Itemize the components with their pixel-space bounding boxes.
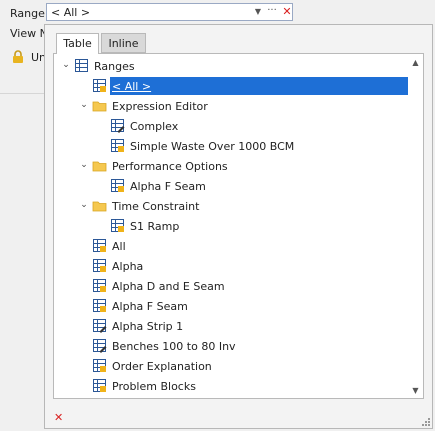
tree-row[interactable]: Problem Blocks [54,376,408,396]
tree-row[interactable]: Alpha F Seam [54,296,408,316]
tree-row[interactable]: S1 Ramp [54,216,408,236]
ellipsis-icon[interactable]: ··· [266,4,278,18]
tree-item-label: Alpha Strip 1 [112,320,184,333]
range-edit-icon [92,338,107,353]
range-icon [110,178,125,193]
range-icon [92,298,107,313]
tree-row[interactable]: Complex [54,116,408,136]
lock-label: Un [31,51,45,64]
tree-row[interactable]: ⌄ Time Constraint [54,196,408,216]
tree-item-label: Expression Editor [112,100,208,113]
range-value: < All > [51,6,91,19]
tab-table[interactable]: Table [56,33,99,54]
tree-row[interactable]: Order Explanation [54,356,408,376]
range-tree[interactable]: ⌄ Ranges < All > ⌄ Expression Editor Complex S… [53,53,424,399]
range-icon [92,238,107,253]
table-icon [74,58,89,73]
tree-item-label: Alpha D and E Seam [112,280,225,293]
tree-item-label: S1 Ramp [130,220,180,233]
tree-row[interactable]: Benches 100 to 80 Inv [54,336,408,356]
range-icon [110,218,125,233]
chevron-down-icon[interactable]: ⌄ [60,58,72,72]
chevron-down-icon[interactable]: ⌄ [78,98,90,112]
range-edit-icon [110,118,125,133]
range-label: Range [10,7,45,20]
tree-item-label: Problem Blocks [112,380,196,393]
tree-item-label: Complex [130,120,179,133]
tree-row[interactable]: Alpha F Seam [54,176,408,196]
range-combobox[interactable]: < All > ▼ ··· ✕ [46,3,293,21]
tree-item-label: Time Constraint [112,200,200,213]
tree-row[interactable]: < All > [54,76,408,96]
tree-item-label: Alpha [112,260,144,273]
range-icon [92,258,107,273]
tree-row[interactable]: ⌄ Ranges [54,56,408,76]
tree-row[interactable]: Alpha Strip 1 [54,316,408,336]
tree-item-label: Benches 100 to 80 Inv [112,340,236,353]
scroll-down-icon[interactable]: ▼ [411,386,420,395]
range-picker-popup: Table Inline ⌄ Ranges < All > ⌄ Expression E… [44,24,433,429]
tree-item-label: Order Explanation [112,360,212,373]
tree-row[interactable]: All [54,236,408,256]
range-icon [92,378,107,393]
resize-grip-icon[interactable] [422,418,430,426]
tree-row[interactable]: Alpha D and E Seam [54,276,408,296]
chevron-down-icon[interactable]: ⌄ [78,158,90,172]
tree-row[interactable]: Simple Waste Over 1000 BCM [54,136,408,156]
tree-item-label: Simple Waste Over 1000 BCM [130,140,295,153]
tree-item-label: Alpha F Seam [112,300,188,313]
folder-icon [92,158,107,173]
range-edit-icon [92,318,107,333]
tree-row[interactable]: Alpha [54,256,408,276]
range-icon [92,78,107,93]
close-icon[interactable]: ✕ [54,411,63,424]
divider [0,93,44,94]
vertical-scrollbar[interactable]: ▲ ▼ [408,54,423,398]
clear-icon[interactable]: ✕ [281,4,293,19]
range-icon [92,358,107,373]
tree-row[interactable]: ⌄ Expression Editor [54,96,408,116]
tree-item-label: < All > [112,80,152,93]
range-icon [110,138,125,153]
tab-inline[interactable]: Inline [101,33,146,53]
selection-highlight [110,77,408,95]
tree-item-label: Alpha F Seam [130,180,206,193]
tree-item-label: All [112,240,126,253]
range-icon [92,278,107,293]
scroll-up-icon[interactable]: ▲ [411,58,420,67]
folder-icon [92,98,107,113]
chevron-down-icon[interactable]: ▼ [252,5,264,19]
tree-row[interactable]: ⌄ Performance Options [54,156,408,176]
folder-icon [92,198,107,213]
chevron-down-icon[interactable]: ⌄ [78,198,90,212]
view-name-label: View Na [10,27,44,40]
tree-item-label: Ranges [94,60,135,73]
tree-item-label: Performance Options [112,160,228,173]
lock-icon [13,50,23,63]
